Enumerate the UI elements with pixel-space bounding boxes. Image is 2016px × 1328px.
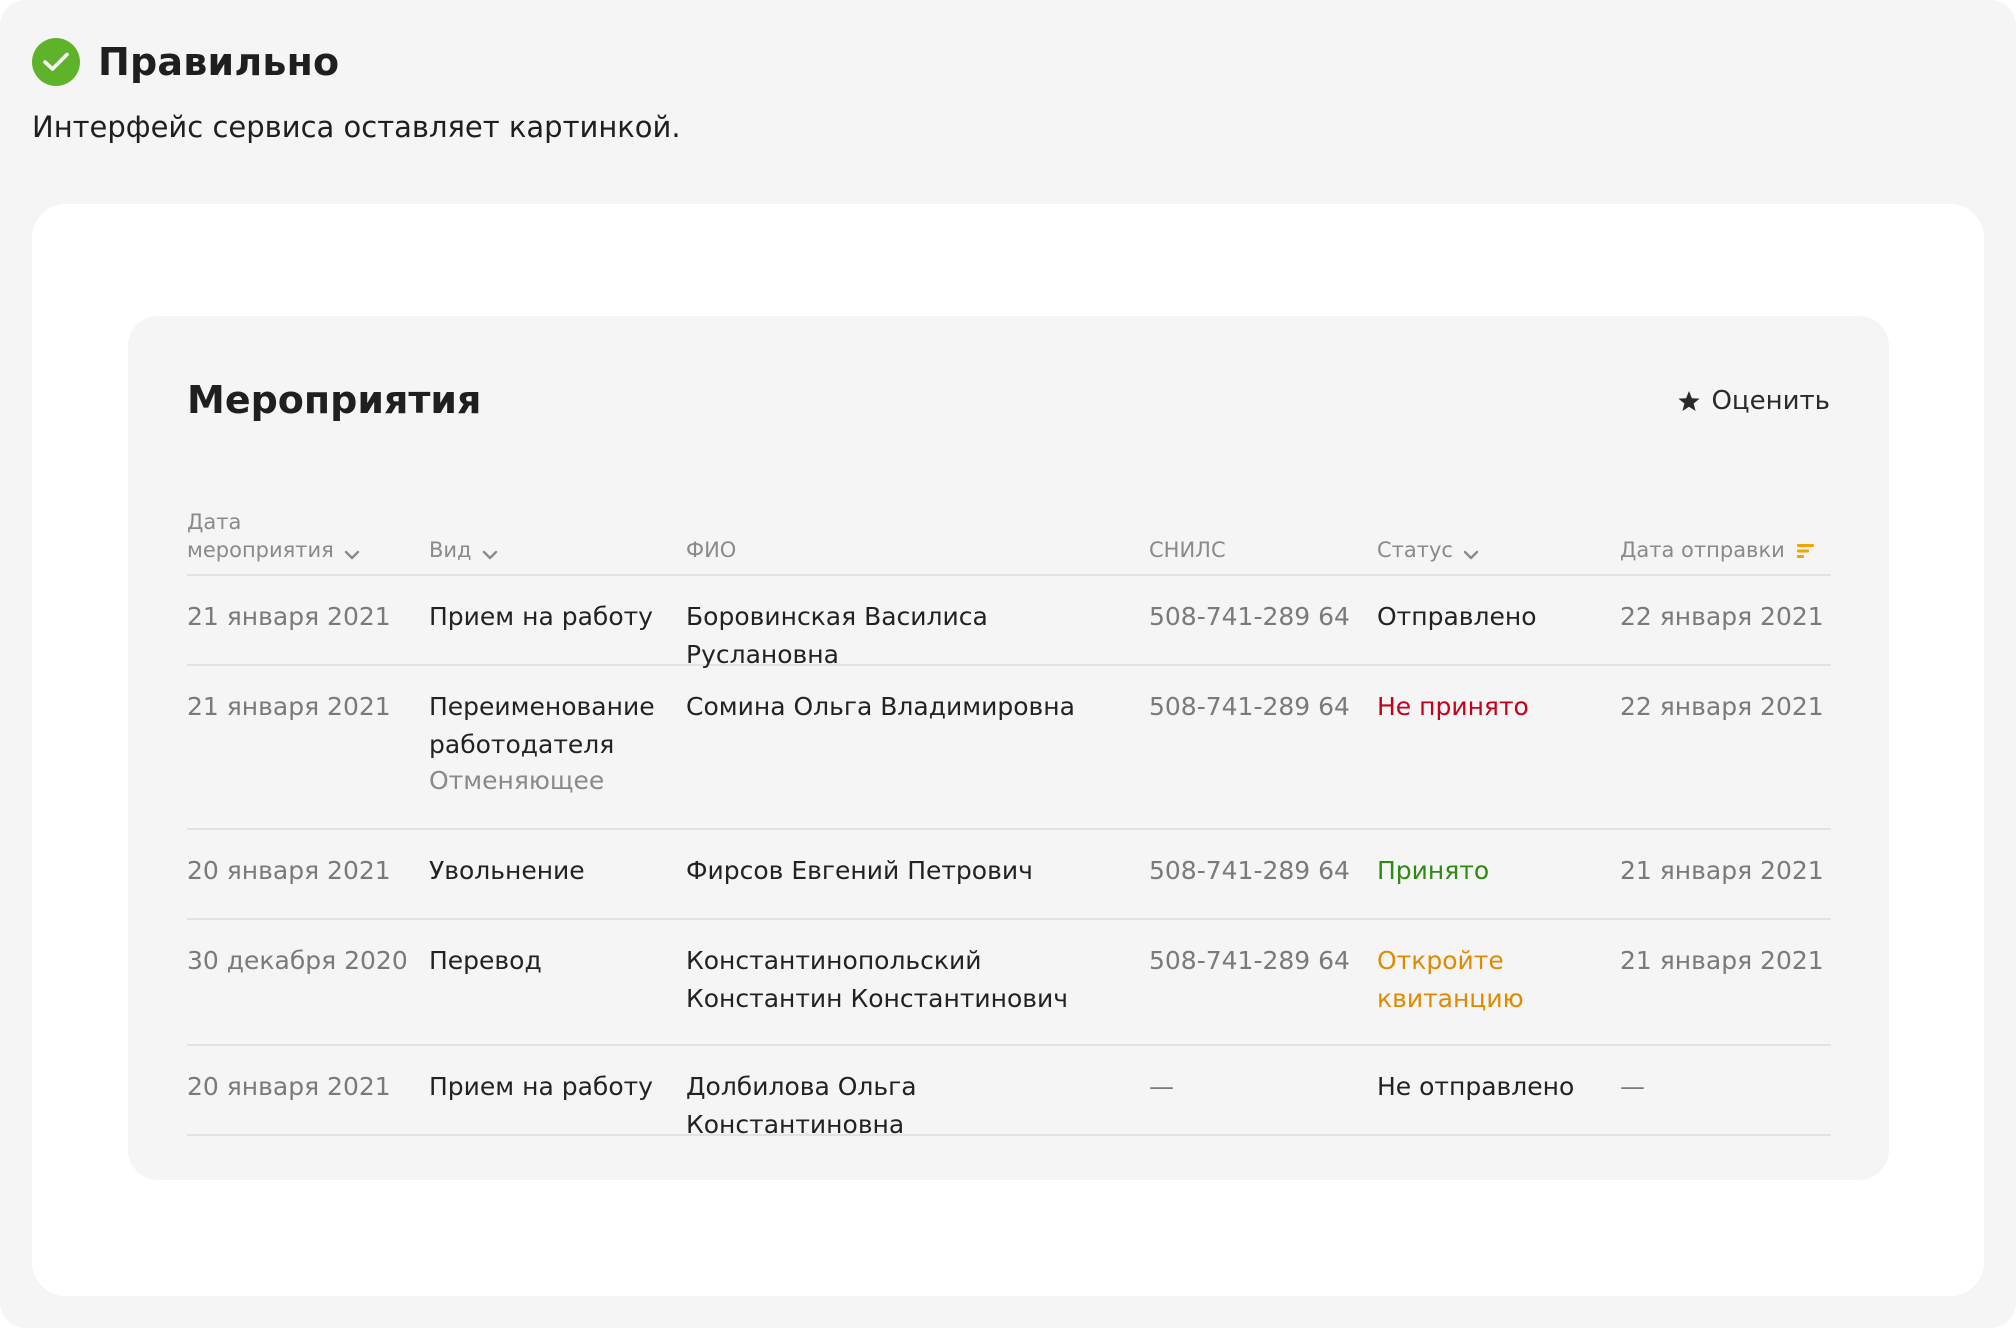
cell-date: 21 января 2021 (187, 602, 391, 631)
table-row[interactable]: 21 января 2021 Переименование работодате… (187, 666, 1831, 830)
cell-kind: Увольнение (429, 856, 585, 885)
chevron-down-icon (344, 550, 360, 560)
verdict-title: Правильно (98, 40, 340, 84)
cell-fio: Сомина Ольга Владимировна (686, 692, 1075, 721)
cell-status: Не отправлено (1377, 1072, 1575, 1101)
page: Правильно Интерфейс сервиса оставляет ка… (0, 0, 2016, 1328)
header-sent[interactable]: Дата отправки (1620, 536, 1815, 564)
header-fio-label: ФИО (686, 538, 737, 562)
header-kind-label: Вид (429, 538, 472, 562)
table-row[interactable]: 20 января 2021 Увольнение Фирсов Евгений… (187, 830, 1831, 920)
header-date[interactable]: Дата мероприятия (187, 508, 360, 564)
verdict-header: Правильно (32, 37, 339, 87)
table-row[interactable]: 30 декабря 2020 Перевод Константинопольс… (187, 920, 1831, 1046)
cell-fio: Фирсов Евгений Петрович (686, 856, 1033, 885)
events-panel: Мероприятия Оценить Дата мероприятия Вид… (128, 316, 1889, 1180)
rate-label: Оценить (1711, 386, 1830, 416)
header-snils: СНИЛС (1149, 536, 1226, 564)
receipt-link[interactable]: Откройте квитанцию (1377, 942, 1537, 1018)
chevron-down-icon (482, 550, 498, 560)
cell-snils: 508-741-289 64 (1149, 856, 1350, 885)
cell-sent-date: 22 января 2021 (1620, 692, 1824, 721)
cell-date: 30 декабря 2020 (187, 946, 408, 975)
cell-sent-date: — (1620, 1072, 1645, 1101)
verdict-subtitle: Интерфейс сервиса оставляет картинкой. (32, 110, 681, 144)
cell-date: 20 января 2021 (187, 856, 391, 885)
cell-kind-sublabel: Отменяющее (429, 766, 605, 795)
cell-kind: Переименование работодателя Отменяющее (429, 688, 659, 798)
cell-snils: — (1149, 1072, 1174, 1101)
rate-button[interactable]: Оценить (1677, 386, 1830, 416)
header-kind[interactable]: Вид (429, 536, 498, 564)
header-date-line1: Дата (187, 510, 242, 534)
cell-sent-date: 21 января 2021 (1620, 946, 1824, 975)
header-snils-label: СНИЛС (1149, 538, 1226, 562)
cell-sent-date: 21 января 2021 (1620, 856, 1824, 885)
star-icon (1677, 390, 1701, 413)
header-status-label: Статус (1377, 538, 1453, 562)
header-sent-label: Дата отправки (1620, 538, 1785, 562)
cell-kind-label: Переименование работодателя (429, 692, 655, 759)
cell-sent-date: 22 января 2021 (1620, 602, 1824, 631)
table-row[interactable]: 20 января 2021 Прием на работу Долбилова… (187, 1046, 1831, 1139)
cell-fio: Боровинская Василиса Руслановна (686, 602, 988, 669)
cell-snils: 508-741-289 64 (1149, 602, 1350, 631)
cell-status: Не принято (1377, 692, 1529, 721)
cell-date: 21 января 2021 (187, 692, 391, 721)
cell-kind: Прием на работу (429, 602, 653, 631)
table-row[interactable]: 21 января 2021 Прием на работу Боровинск… (187, 576, 1831, 669)
header-fio: ФИО (686, 536, 736, 564)
cell-fio: Долбилова Ольга Константиновна (686, 1072, 917, 1139)
panel-title: Мероприятия (187, 378, 482, 422)
chevron-down-icon (1463, 550, 1479, 560)
cell-kind: Перевод (429, 946, 542, 975)
events-table: Дата мероприятия Вид ФИО СНИЛС Статус Да… (187, 504, 1831, 1139)
cell-status: Принято (1377, 856, 1490, 885)
check-circle-icon (32, 38, 80, 86)
cell-snils: 508-741-289 64 (1149, 692, 1350, 721)
cell-status: Отправлено (1377, 602, 1537, 631)
sort-icon (1796, 544, 1815, 558)
header-status[interactable]: Статус (1377, 536, 1479, 564)
header-date-line2: мероприятия (187, 538, 334, 562)
cell-date: 20 января 2021 (187, 1072, 391, 1101)
cell-snils: 508-741-289 64 (1149, 946, 1350, 975)
cell-fio: Константинопольский Константин Константи… (686, 946, 1069, 1013)
cell-kind: Прием на работу (429, 1072, 653, 1101)
table-header: Дата мероприятия Вид ФИО СНИЛС Статус Да… (187, 504, 1831, 576)
